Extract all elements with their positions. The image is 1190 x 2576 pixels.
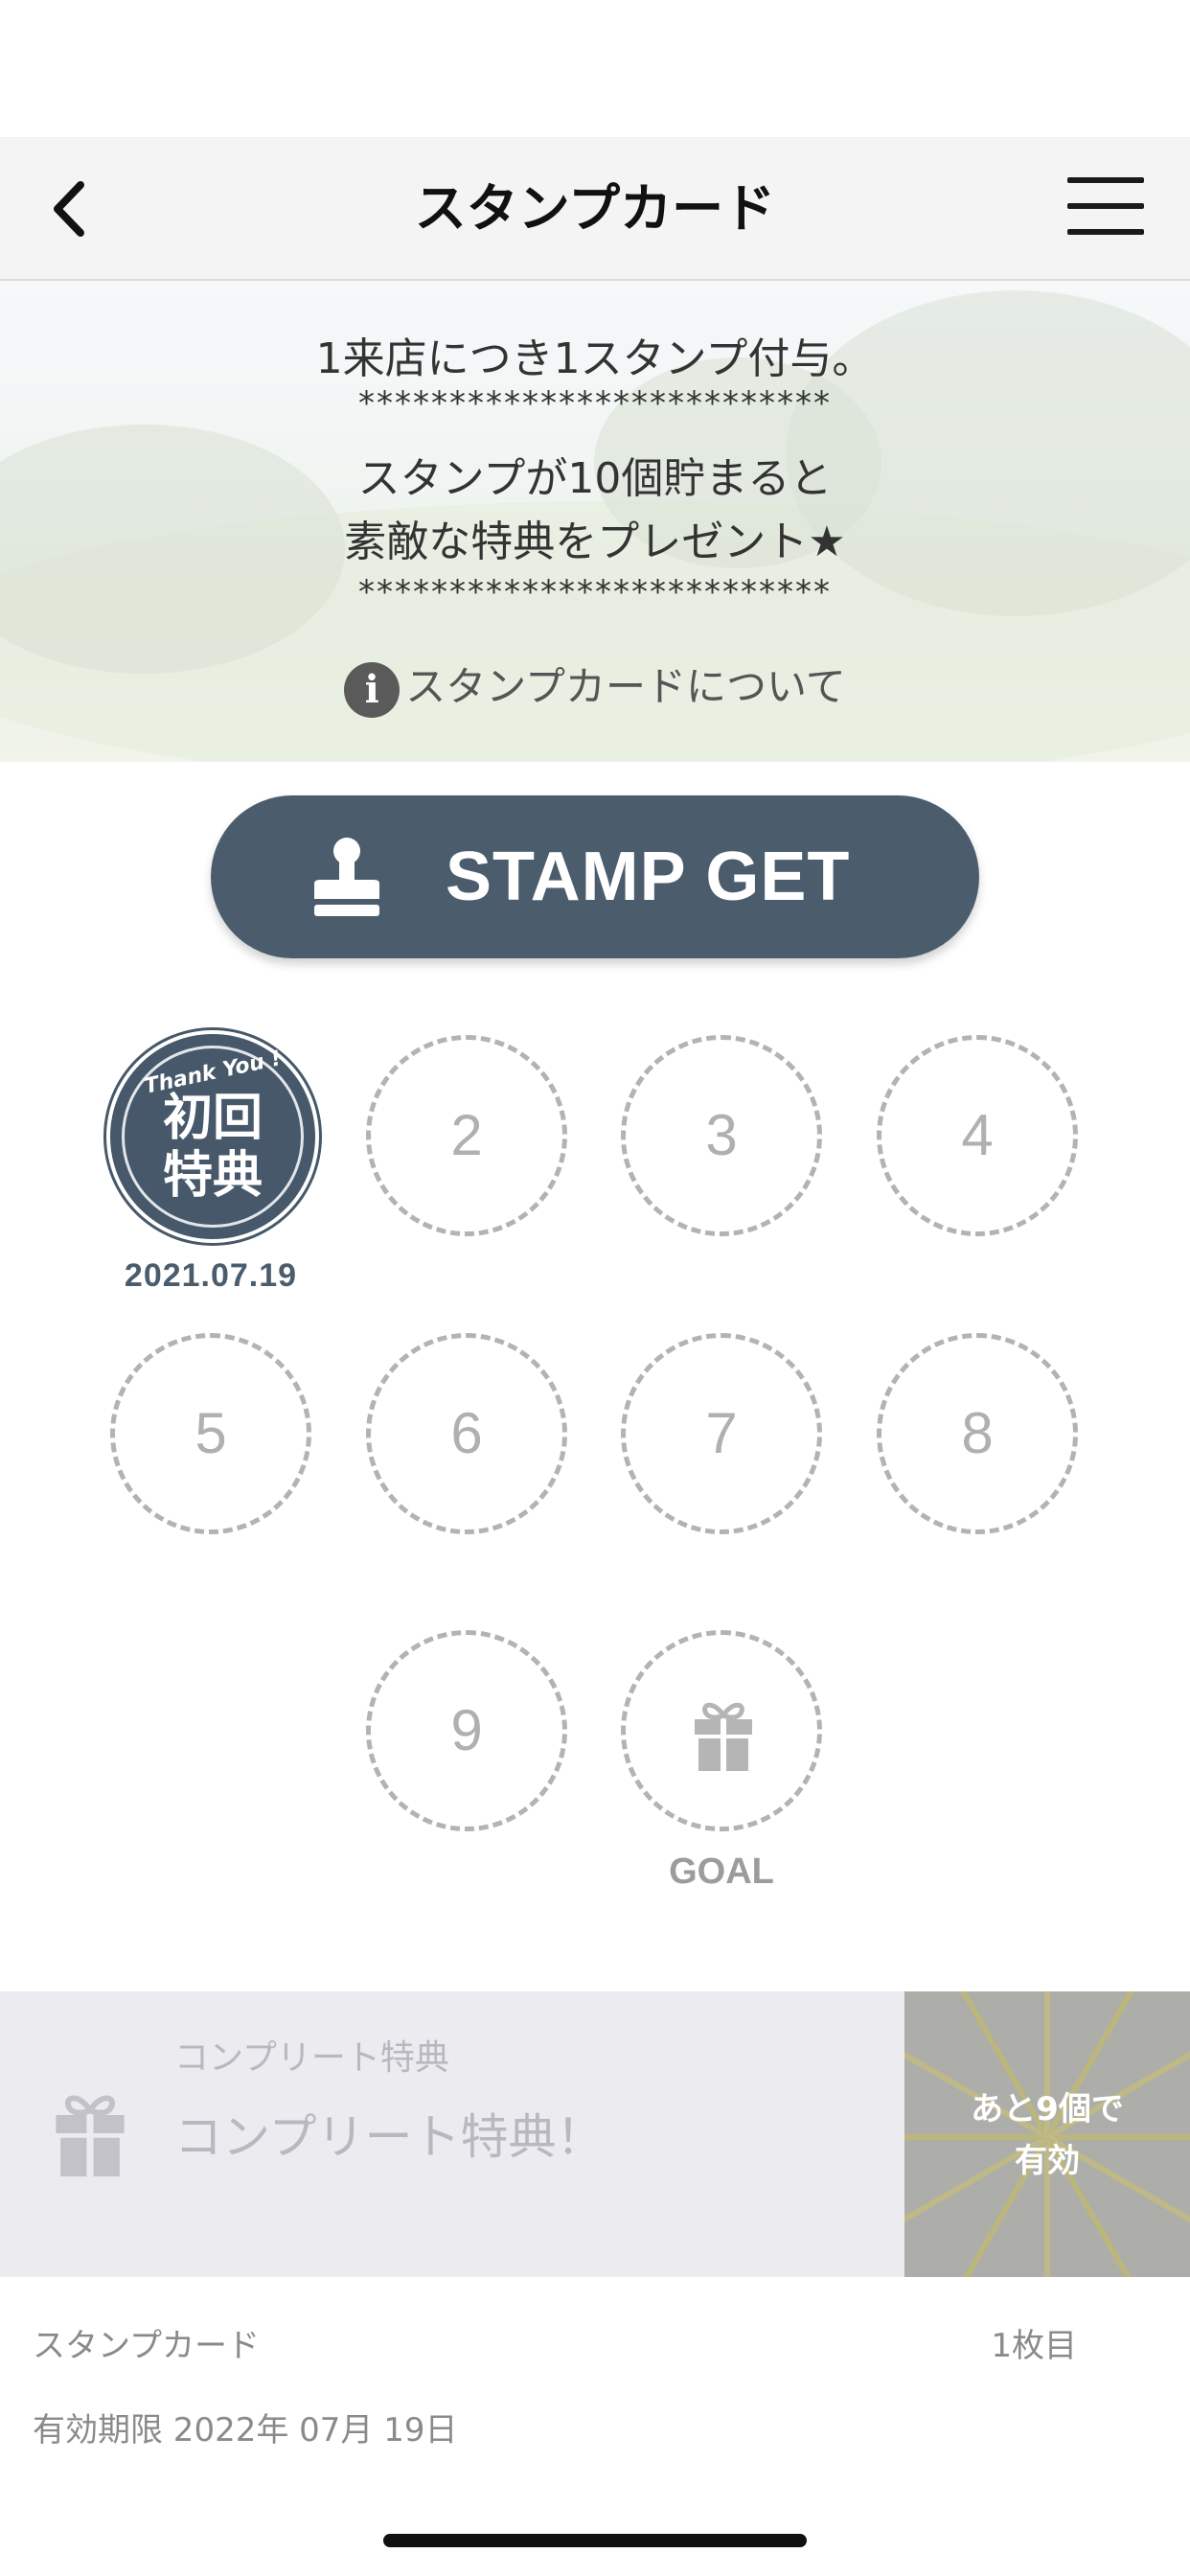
stamp-slot-6: 6	[366, 1333, 567, 1534]
card-count: 1枚目	[991, 2327, 1077, 2365]
menu-button[interactable]	[1067, 177, 1144, 241]
stamp-slot-9: 9	[366, 1630, 567, 1831]
hamburger-menu-icon	[1067, 177, 1144, 235]
banner-separator: **************************	[358, 573, 832, 611]
gift-icon	[56, 2095, 125, 2177]
about-stamp-card-link[interactable]: i スタンプカードについて	[0, 655, 1190, 718]
stamp-get-label: STAMP GET	[446, 839, 851, 915]
stamp-icon	[314, 838, 379, 916]
card-expiry: 有効期限 2022年 07月 19日	[33, 2411, 458, 2450]
reward-remaining: あと9個で 有効	[904, 2083, 1190, 2187]
banner-line-2: スタンプが10個貯まると	[357, 454, 833, 503]
reward-title: コンプリート特典！	[174, 2109, 605, 2165]
banner-separator: **************************	[358, 384, 832, 423]
nav-header: スタンプカード	[0, 137, 1190, 281]
stamp-slot-1-earned: Thank You ! 初回 特典	[110, 1034, 315, 1239]
info-icon: i	[344, 661, 400, 718]
stamp-slot-4: 4	[877, 1035, 1078, 1236]
stamp-slot-5: 5	[110, 1333, 311, 1534]
stamp-slot-3: 3	[621, 1035, 822, 1236]
gift-icon	[695, 1702, 752, 1771]
reward-caption: コンプリート特典	[174, 2038, 449, 2078]
page-title: スタンプカード	[414, 178, 776, 239]
reward-remaining-line-1: あと9個で	[971, 2090, 1124, 2128]
stamp-slot-8: 8	[877, 1333, 1078, 1534]
reward-remaining-line-2: 有効	[1015, 2142, 1080, 2180]
goal-label: GOAL	[669, 1852, 774, 1892]
banner-line-1: 1来店につき1スタンプ付与。	[315, 334, 875, 383]
complete-reward-card[interactable]: コンプリート特典 コンプリート特典！ あと9個で 有効	[0, 1991, 1190, 2277]
stamp-line-2: 特典	[162, 1147, 263, 1205]
reward-image: あと9個で 有効	[904, 1991, 1190, 2277]
stamp-slot-goal	[621, 1630, 822, 1831]
card-name: スタンプカード	[33, 2327, 260, 2365]
about-link-label: スタンプカードについて	[405, 663, 846, 710]
stamp-slot-2: 2	[366, 1035, 567, 1236]
stamp-card-screen: スタンプカード 1来店につき1スタンプ付与。 *****************…	[0, 0, 1190, 2576]
banner-line-3: 素敵な特典をプレゼント★	[344, 518, 846, 566]
stamp-slot-7: 7	[621, 1333, 822, 1534]
stamp-get-button[interactable]: STAMP GET	[211, 795, 979, 958]
stamp-line-1: 初回	[162, 1090, 263, 1147]
stamp-date: 2021.07.19	[124, 1257, 298, 1294]
info-banner: 1来店につき1スタンプ付与。 *************************…	[0, 281, 1190, 762]
home-indicator[interactable]	[383, 2534, 807, 2547]
